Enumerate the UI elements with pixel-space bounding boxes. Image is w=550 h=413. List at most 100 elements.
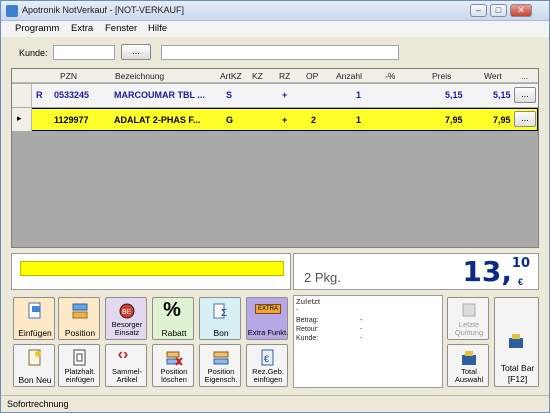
kunde-row: Kunde: ...	[1, 37, 549, 67]
grid-header: PZN Bezeichnung ArtKZ KZ RZ OP Anzahl -%…	[12, 69, 538, 83]
bon-neu-label: Bon Neu	[18, 375, 52, 385]
header-anzahl[interactable]: Anzahl	[336, 71, 362, 81]
table-row[interactable]: R 0533245 MARCOUMAR TBL ... S + 1 5,15 5…	[12, 84, 538, 107]
row-indicator[interactable]	[12, 84, 32, 107]
extra-funkt-button[interactable]: EXTRA Extra Funkt.	[246, 297, 288, 340]
einfuegen-label: Einfügen	[18, 328, 52, 338]
menu-programm[interactable]: Programm	[15, 23, 59, 34]
zuletzt-betrag-label: Betrag:	[296, 317, 319, 324]
zuletzt-title: Zuletzt	[296, 297, 321, 306]
row-details-button[interactable]: ...	[514, 111, 536, 127]
cell-flag: R	[36, 90, 43, 100]
zuletzt-betrag-value: -	[360, 317, 363, 324]
header-rabatt[interactable]: -%	[385, 71, 395, 81]
header-bezeichnung[interactable]: Bezeichnung	[115, 71, 164, 81]
cell-rz: +	[282, 90, 288, 100]
total-amount-decimals: 10	[511, 256, 530, 271]
zuletzt-retour-value: -	[360, 326, 363, 333]
placeholder-icon	[73, 349, 86, 366]
zuletzt-dash: -	[296, 307, 299, 314]
letzte-quittung-label: Letzte Quittung	[454, 320, 484, 337]
app-icon	[6, 5, 18, 17]
new-bon-icon	[28, 349, 41, 366]
status-bar: Sofortrechnung	[1, 395, 549, 412]
header-kz[interactable]: KZ	[252, 71, 263, 81]
bon-button[interactable]: Σ Bon	[199, 297, 241, 340]
article-grid: PZN Bezeichnung ArtKZ KZ RZ OP Anzahl -%…	[11, 68, 539, 248]
message-panel	[11, 253, 291, 290]
row-details-button[interactable]: ...	[514, 87, 536, 103]
rabatt-button[interactable]: % Rabatt	[152, 297, 194, 340]
maximize-button[interactable]: □	[490, 4, 507, 17]
zuletzt-kunde-value: -	[360, 335, 363, 342]
percent-icon: %	[163, 299, 181, 321]
platzhalt-button[interactable]: Platzhalt. einfügen	[58, 344, 100, 387]
table-row-selected[interactable]: ▸ 1129977 ADALAT 2-PHAS F... G + 2 1 7,9…	[12, 108, 538, 131]
kunde-name-field[interactable]	[161, 45, 399, 60]
svg-text:€: €	[264, 354, 269, 364]
header-op[interactable]: OP	[306, 71, 318, 81]
app-window: Apotronik NotVerkauf - [NOT-VERKAUF] ‒ □…	[0, 0, 550, 413]
menu-bar: Programm Extra Fenster Hilfe	[1, 21, 549, 37]
cell-anzahl: 1	[356, 115, 362, 125]
currency-symbol: €	[517, 277, 523, 287]
header-artkz[interactable]: ArtKZ	[220, 71, 242, 81]
besorger-icon: BE	[119, 303, 135, 319]
status-text: Sofortrechnung	[7, 399, 69, 409]
cell-pzn: 0533245	[54, 90, 90, 100]
total-amount: 13,	[462, 255, 512, 288]
insert-icon	[28, 302, 41, 319]
cell-wert: 7,95	[493, 115, 511, 125]
bon-neu-button[interactable]: Bon Neu	[13, 344, 55, 387]
sammel-artikel-label: Sammel-Artikel	[111, 367, 142, 384]
kunde-input[interactable]	[53, 45, 115, 60]
platzhalt-label: Platzhalt. einfügen	[64, 367, 96, 384]
sammel-artikel-button[interactable]: ‹› Sammel-Artikel	[105, 344, 147, 387]
menu-hilfe[interactable]: Hilfe	[148, 23, 167, 34]
close-button[interactable]: ✕	[510, 4, 532, 17]
header-rz[interactable]: RZ	[279, 71, 290, 81]
total-bar-button[interactable]: Total Bar [F12]	[494, 297, 539, 387]
cash-register-icon	[509, 334, 523, 348]
bon-label: Bon	[213, 328, 229, 338]
last-transaction-panel: Zuletzt - Betrag: - Retour: - Kunde: -	[293, 295, 443, 388]
rez-geb-button[interactable]: € Rez.Geb. einfügen	[246, 344, 288, 387]
rezgeb-icon: €	[261, 349, 274, 366]
package-count: 2 Pkg.	[304, 270, 341, 285]
position-button[interactable]: Position	[58, 297, 100, 340]
total-auswahl-button[interactable]: Total Auswahl	[447, 344, 489, 387]
total-display: 2 Pkg. 13, 10 €	[293, 253, 539, 290]
kunde-search-button[interactable]: ...	[121, 44, 151, 60]
kunde-label: Kunde:	[19, 48, 48, 58]
row-indicator[interactable]: ▸	[12, 108, 32, 131]
total-bar-label: Total Bar	[500, 363, 535, 373]
total-bar-shortcut: [F12]	[507, 374, 528, 384]
header-wert[interactable]: Wert	[484, 71, 502, 81]
cell-preis: 5,15	[445, 90, 463, 100]
besorger-label: Besorger Einsatz	[111, 320, 143, 337]
cell-artkz: G	[226, 115, 234, 125]
delete-position-icon	[166, 351, 183, 366]
collect-icon: ‹›	[117, 346, 129, 363]
einfuegen-button[interactable]: Einfügen	[13, 297, 55, 340]
zuletzt-retour-label: Retour:	[296, 326, 319, 333]
cell-preis: 7,95	[445, 115, 463, 125]
position-eigensch-label: Position Eigensch.	[204, 367, 238, 384]
position-eigensch-button[interactable]: Position Eigensch.	[199, 344, 241, 387]
cell-rz: +	[282, 115, 288, 125]
menu-extra[interactable]: Extra	[71, 23, 93, 34]
current-row-arrow-icon: ▸	[17, 113, 22, 123]
extra-icon: EXTRA	[255, 304, 281, 314]
cell-op: 2	[311, 115, 317, 125]
besorger-button[interactable]: BE Besorger Einsatz	[105, 297, 147, 340]
position-props-icon	[213, 351, 229, 365]
letzte-quittung-button[interactable]: Letzte Quittung	[447, 297, 489, 340]
header-preis[interactable]: Preis	[432, 71, 451, 81]
position-loeschen-button[interactable]: Position löschen	[152, 344, 194, 387]
header-more[interactable]: ...	[521, 71, 528, 81]
header-pzn[interactable]: PZN	[60, 71, 77, 81]
total-auswahl-label: Total Auswahl	[454, 367, 484, 384]
menu-fenster[interactable]: Fenster	[105, 23, 137, 34]
minimize-button[interactable]: ‒	[470, 4, 487, 17]
position-label: Position	[64, 328, 96, 338]
